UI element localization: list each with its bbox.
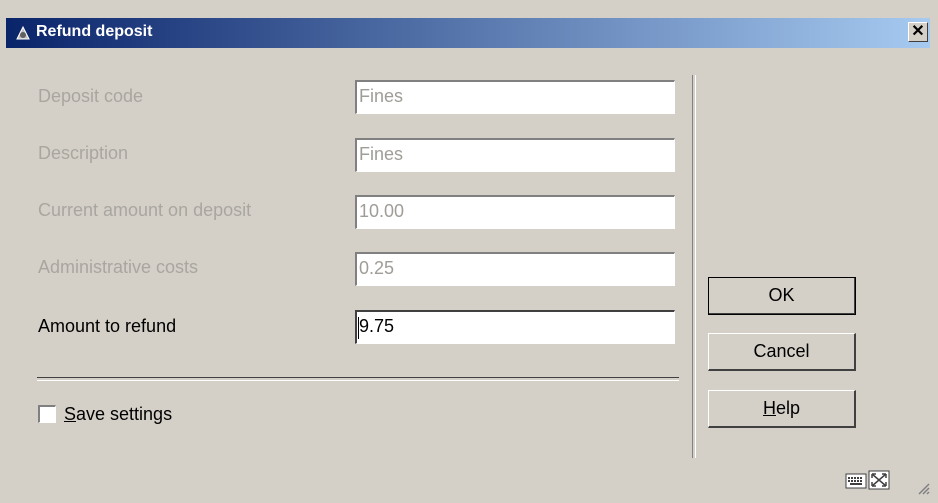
form-divider [37,377,679,381]
save-settings-checkbox[interactable] [38,405,56,423]
amount-to-refund-label: Amount to refund [38,316,177,336]
amount-to-refund-input[interactable]: 9.75 [355,310,675,344]
deposit-code-field: Fines [355,80,675,114]
description-field: Fines [355,138,675,172]
description-label: Description [38,143,129,163]
button-panel-divider [692,75,696,458]
current-amount-field: 10.00 [355,195,675,229]
refund-deposit-dialog: Refund deposit ✕ Deposit code Fines Desc… [0,0,938,503]
save-settings-label[interactable]: Save settings [64,404,172,425]
keyboard-icon[interactable] [845,470,867,490]
app-logo-icon [16,25,30,40]
resize-frame-icon[interactable] [868,470,890,490]
help-button[interactable]: Help [708,390,856,428]
resize-grip-icon[interactable] [914,479,930,495]
cancel-button[interactable]: Cancel [708,333,856,371]
ok-button[interactable]: OK [708,277,856,315]
administrative-costs-label: Administrative costs [38,257,199,277]
window-title: Refund deposit [36,23,153,40]
administrative-costs-field: 0.25 [355,252,675,286]
current-amount-label: Current amount on deposit [38,200,252,220]
deposit-code-label: Deposit code [38,86,144,106]
title-bar[interactable]: Refund deposit ✕ [6,18,930,48]
close-icon: ✕ [911,23,925,40]
close-button[interactable]: ✕ [908,22,928,42]
